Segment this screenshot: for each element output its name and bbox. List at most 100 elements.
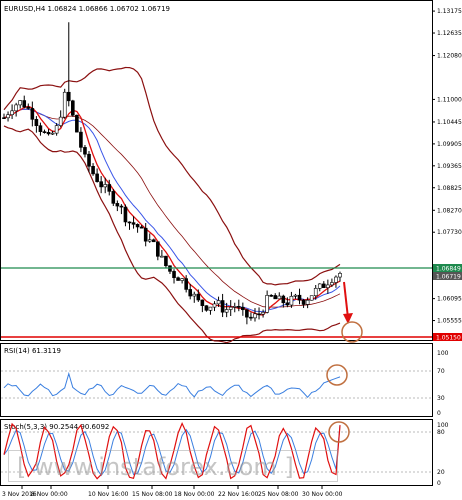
candle-body — [95, 173, 99, 182]
candle-body — [236, 306, 241, 308]
candle-body — [50, 132, 55, 135]
candle-body — [322, 283, 326, 288]
candle-body — [220, 300, 225, 313]
candle-body — [285, 302, 290, 306]
candle-body — [265, 295, 269, 313]
rsi-tick-label: 30 — [437, 395, 445, 402]
price-tick-label: 1.06095 — [437, 296, 462, 303]
candle-body — [2, 117, 6, 119]
candle-body — [115, 203, 120, 207]
candle-body — [245, 309, 249, 318]
candle-body — [313, 288, 318, 297]
candle-body — [22, 100, 27, 108]
candle-body — [34, 119, 39, 126]
candle-body — [139, 226, 144, 229]
candle-body — [160, 255, 164, 258]
candle-body — [26, 106, 31, 109]
candle-body — [309, 295, 314, 301]
candle-body — [289, 295, 294, 306]
candle-body — [232, 306, 237, 308]
price-tick-label: 1.10445 — [437, 119, 462, 126]
candle-body — [119, 205, 124, 208]
time-tick-label: 25 Nov 08:00 — [258, 491, 299, 498]
candle-body — [164, 255, 168, 267]
candle-body — [200, 299, 205, 306]
candle-body — [91, 166, 95, 175]
candle-body — [71, 100, 75, 116]
candle-body — [261, 311, 265, 315]
time-tick-label: 22 Nov 16:00 — [218, 491, 259, 498]
candle-body — [192, 293, 197, 297]
candle-body — [135, 224, 140, 228]
support-price-text: 1.05150 — [436, 335, 461, 342]
rsi-tick-label: 70 — [437, 368, 445, 375]
candle-body — [253, 313, 257, 319]
candle-body — [79, 131, 83, 148]
candle-body — [204, 305, 209, 311]
candle-body — [127, 221, 132, 224]
candle-body — [111, 191, 116, 204]
price-tick-label: 1.12080 — [437, 53, 462, 60]
candle-body — [103, 184, 108, 188]
last-price-text: 1.06719 — [436, 274, 461, 281]
candle-body — [338, 273, 342, 278]
candle-body — [334, 276, 338, 283]
candle-body — [188, 289, 193, 297]
time-tick-label: 8 Nov 00:00 — [31, 491, 68, 498]
resistance-price-text: 1.06849 — [436, 266, 461, 273]
candle-body — [180, 278, 184, 281]
stoch-tick-label: 80 — [437, 429, 445, 436]
candle-body — [326, 284, 330, 288]
candle-body — [62, 91, 67, 118]
rsi-tick-label: 100 — [437, 350, 449, 357]
candle-body — [14, 104, 18, 112]
candle-body — [176, 277, 180, 281]
candle-body — [305, 299, 310, 305]
time-tick-label: 15 Nov 08:00 — [132, 491, 173, 498]
candle-body — [18, 100, 22, 106]
candle-body — [281, 295, 286, 304]
price-tick-label: 1.08270 — [437, 207, 462, 214]
candle-body — [156, 241, 160, 257]
candle-body — [6, 114, 10, 119]
candle-body — [54, 125, 59, 134]
candle-body — [66, 91, 71, 102]
rsi-tick-label: 0 — [437, 410, 441, 417]
candle-body — [172, 271, 176, 279]
candle-body — [184, 278, 188, 290]
candle-body — [297, 294, 302, 301]
stoch-tick-label: 100 — [437, 422, 449, 429]
candle-body — [10, 110, 14, 116]
price-tick-label: 1.09905 — [437, 141, 462, 148]
symbol-info: EURUSD,H4 1.06824 1.06866 1.06702 1.0671… — [4, 5, 170, 13]
candle-body — [269, 295, 273, 297]
time-tick-label: 30 Nov 00:00 — [302, 491, 343, 498]
candle-body — [212, 303, 217, 308]
price-tick-label: 1.08825 — [437, 185, 462, 192]
stoch-tick-label: 0 — [437, 480, 441, 487]
time-tick-label: 10 Nov 16:00 — [88, 491, 129, 498]
candle-body — [42, 131, 47, 133]
candle-body — [46, 132, 51, 135]
candle-body — [301, 299, 306, 305]
candle-body — [317, 283, 322, 289]
chart-canvas[interactable]: EURUSD,H4 1.06824 1.06866 1.06702 1.0671… — [0, 0, 462, 500]
candle-body — [241, 306, 245, 311]
candle-body — [249, 316, 253, 319]
candle-body — [151, 239, 156, 243]
candle-body — [143, 227, 148, 242]
candle-body — [196, 293, 201, 301]
candle-body — [87, 153, 91, 167]
candle-body — [75, 114, 79, 133]
candle-body — [147, 239, 152, 242]
rsi-label: RSI(14) 61.3119 — [4, 347, 61, 355]
candle-body — [293, 294, 298, 297]
candle-body — [83, 147, 87, 155]
price-tick-label: 1.07730 — [437, 229, 462, 236]
candle-body — [38, 125, 43, 132]
candle-body — [58, 116, 63, 126]
time-tick-label: 18 Nov 00:00 — [174, 491, 215, 498]
price-tick-label: 1.13175 — [437, 8, 462, 15]
price-tick-label: 1.12635 — [437, 30, 462, 37]
candle-body — [277, 295, 282, 300]
